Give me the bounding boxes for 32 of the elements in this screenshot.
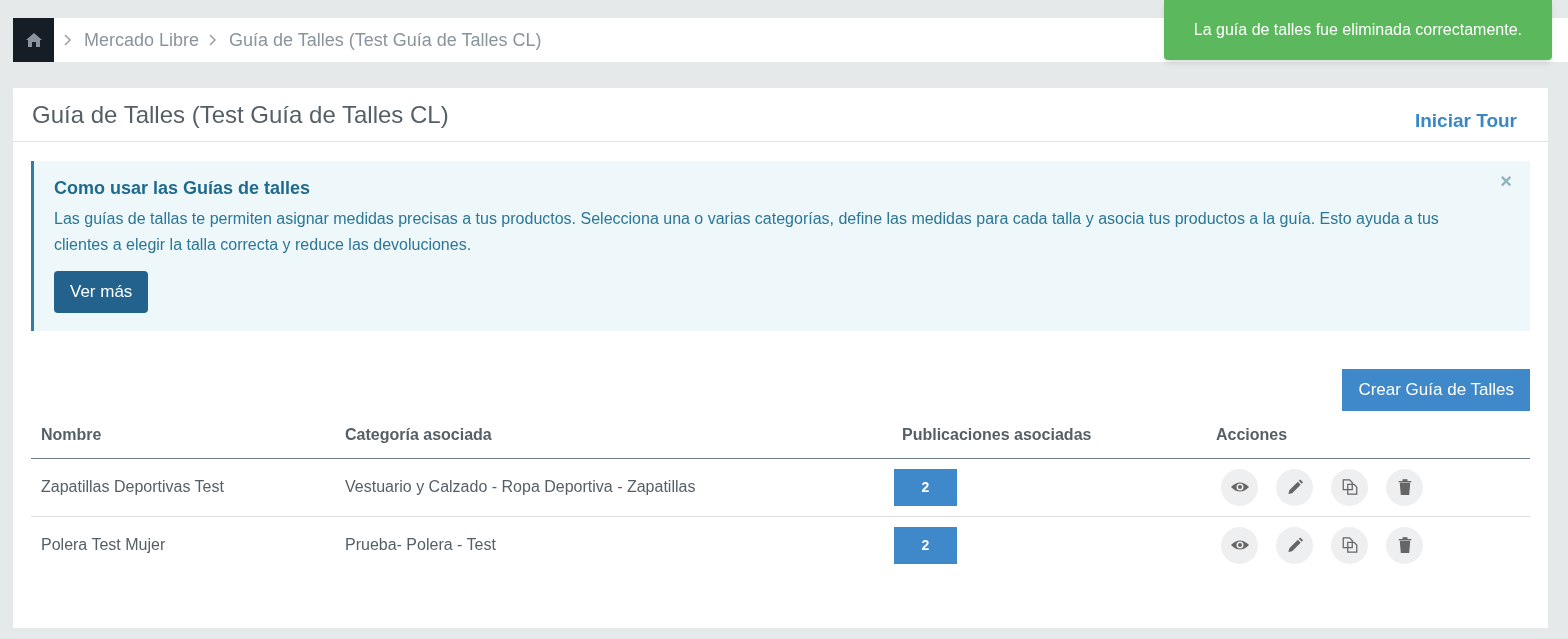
table-cell: Zapatillas Deportivas Test [41,478,224,495]
chevron-icon [64,34,72,46]
copy-button[interactable] [1331,526,1368,564]
copy-button[interactable] [1331,468,1368,506]
edit-button[interactable] [1276,468,1313,506]
publications-count[interactable]: 2 [894,468,957,506]
delete-button[interactable] [1386,468,1423,506]
success-toast: La guía de talles fue eliminada correctamente. [1163,0,1552,60]
table-cell: Vestuario y Calzado - Ropa Deportiva - Zapatillas [345,478,696,495]
delete-button[interactable] [1386,526,1423,564]
breadcrumb-link[interactable]: Mercado Libre [84,26,200,54]
home-icon [25,33,42,47]
publications-count[interactable]: 2 [894,526,957,564]
table-cell: Prueba- Polera - Test [345,536,496,554]
view-button[interactable] [1221,468,1258,506]
column-header: Nombre [41,426,102,444]
see-more-button[interactable]: Ver más [54,271,149,313]
close-button[interactable]: × [1500,171,1512,191]
home-button[interactable] [13,18,54,62]
chevron-icon [209,34,218,46]
card-title: Guía de Talles (Test Guía de Talles CL) [32,99,449,130]
column-header: Acciones [1216,426,1288,444]
table-cell: Polera Test Mujer [41,536,166,554]
view-button[interactable] [1221,526,1258,564]
breadcrumb-link[interactable]: Guía de Talles (Test Guía de Talles CL) [229,26,542,54]
alert-title: Como usar las Guías de talles [54,178,311,198]
edit-button[interactable] [1276,526,1313,564]
column-header: Publicaciones asociadas [902,426,1092,444]
alert-text: Las guías de tallas te permiten asignar medidas precisas a tus productos. Selecciona una o varias categorías, define las medidas para cada talla y asocia tus productos a la guía. Esto ayuda a tus clientes a elegir la talla correcta y reduce las devoluciones. [54,209,1440,255]
create-button[interactable]: Crear Guía de Talles [1342,369,1530,411]
column-header: Categoría asociada [345,426,492,444]
tour-link[interactable]: Iniciar Tour [1414,106,1517,135]
